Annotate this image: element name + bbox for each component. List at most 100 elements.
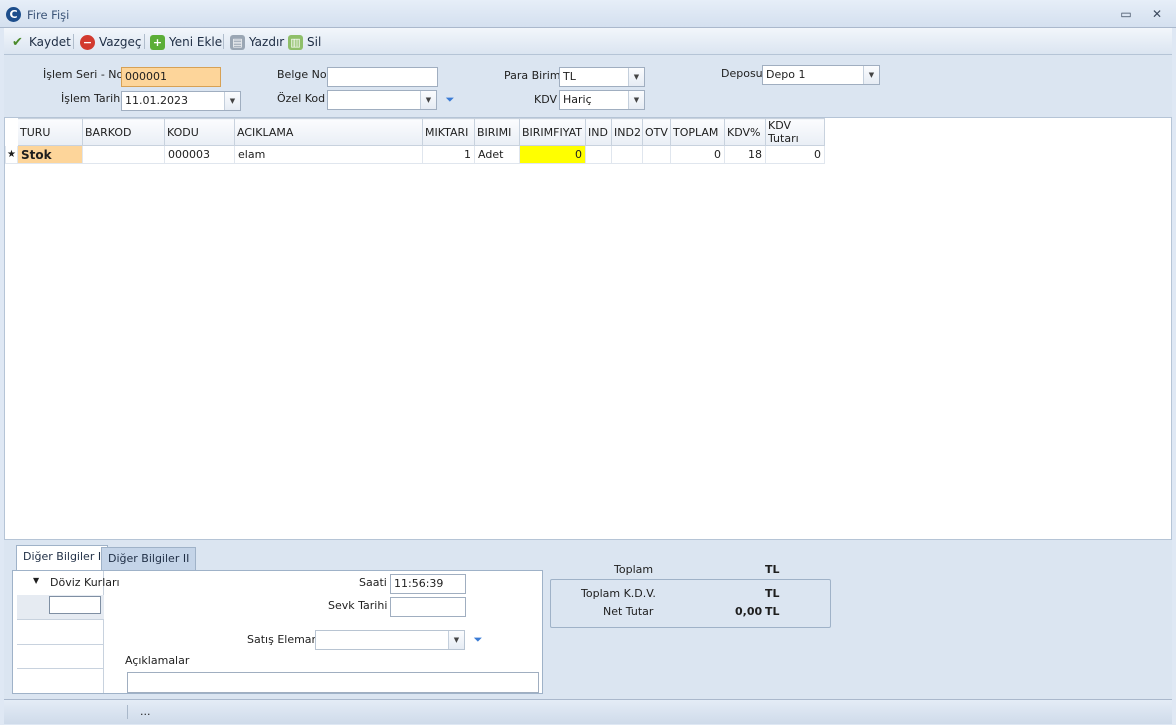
filter-icon[interactable]: ⏷ (471, 634, 485, 645)
toplam-label: Toplam (614, 563, 654, 576)
toolbar-divider (73, 34, 74, 49)
islem-tarihi-field[interactable]: 11.01.2023 ▼ (121, 91, 241, 111)
doviz-kurlari-panel: ▼ Döviz Kurları (13, 571, 120, 693)
row-indicator-header (5, 118, 18, 146)
add-new-button-label: Yeni Ekle (169, 35, 223, 49)
title-bar: C Fire Fişi ▭ ✕ (0, 0, 1176, 28)
islem-seri-no-label: İşlem Seri - No (43, 68, 124, 81)
toplam-cell[interactable]: 0 (670, 145, 725, 164)
document-header-panel: İşlem Seri - No 000001 İşlem Tarihi 11.0… (4, 55, 1172, 118)
column-header[interactable]: BIRIMFIYAT (519, 118, 586, 146)
toolbar-divider (144, 34, 145, 49)
column-header[interactable]: KDV Tutarı (765, 118, 825, 146)
ind-cell[interactable] (585, 145, 612, 164)
items-grid: TURU BARKOD KODU ACIKLAMA MIKTARI BIRIMI… (4, 118, 1172, 539)
deposu-select[interactable]: Depo 1 ▼ (762, 65, 880, 85)
column-header[interactable]: IND2 (611, 118, 643, 146)
column-header[interactable]: BIRIMI (474, 118, 520, 146)
column-header[interactable]: KDV% (724, 118, 766, 146)
print-button-label: Yazdır (249, 35, 285, 49)
toplam-kdv-label: Toplam K.D.V. (581, 587, 656, 600)
belge-no-field[interactable] (327, 67, 438, 87)
close-icon[interactable]: ✕ (1149, 7, 1165, 21)
cancel-button[interactable]: − Vazgeç (80, 32, 142, 52)
kdv-pct-cell[interactable]: 18 (724, 145, 766, 164)
window-title: Fire Fişi (27, 8, 70, 22)
kdv-tutari-cell[interactable]: 0 (765, 145, 825, 164)
net-tutar-label: Net Tutar (603, 605, 654, 618)
column-header[interactable]: IND (585, 118, 612, 146)
collapse-triangle-icon[interactable]: ▼ (33, 576, 39, 585)
kodu-cell[interactable]: 000003 (164, 145, 235, 164)
status-divider (127, 705, 128, 719)
toplam-currency: TL (765, 563, 780, 576)
tab-panel: ▼ Döviz Kurları Saati 11:56:39 Sevk Tari… (12, 570, 543, 694)
doviz-row-line (17, 644, 103, 645)
chevron-down-icon[interactable]: ▼ (863, 66, 879, 84)
filter-icon[interactable]: ⏷ (443, 94, 457, 105)
add-new-button[interactable]: + Yeni Ekle (150, 32, 222, 52)
deposu-value: Depo 1 (766, 68, 806, 81)
para-birimi-label: Para Birimi (504, 69, 564, 82)
column-header[interactable]: BARKOD (82, 118, 165, 146)
satis-elemani-label: Satış Elemanı (247, 633, 322, 646)
birimi-cell[interactable]: Adet (474, 145, 520, 164)
tab-diger-bilgiler-1[interactable]: Diğer Bilgiler I (16, 545, 109, 570)
barkod-cell[interactable] (82, 145, 165, 164)
net-tutar-value: 0,00 (735, 605, 763, 618)
para-birimi-value: TL (563, 70, 576, 83)
column-header[interactable]: TURU (17, 118, 83, 146)
ind2-cell[interactable] (611, 145, 643, 164)
column-header[interactable]: OTV (642, 118, 671, 146)
otv-cell[interactable] (642, 145, 671, 164)
satis-elemani-field[interactable]: ▼ (315, 630, 465, 650)
ozel-kod-field[interactable]: ▼ (327, 90, 437, 110)
toolbar-divider (223, 34, 224, 49)
footer-panel: Diğer Bilgiler I Diğer Bilgiler II ▼ Döv… (4, 539, 1172, 699)
sevk-tarihi-label: Sevk Tarihi (328, 599, 388, 612)
print-button[interactable]: ▤ Yazdır (230, 32, 284, 52)
doviz-rate-input[interactable] (49, 596, 101, 614)
checkmark-icon: ✔ (12, 34, 23, 50)
restore-icon[interactable]: ▭ (1118, 7, 1134, 21)
kdv-value: Hariç (563, 93, 592, 106)
printer-icon: ▤ (230, 34, 245, 50)
aciklamalar-label: Açıklamalar (125, 654, 190, 667)
turu-cell[interactable]: Stok (17, 145, 83, 164)
column-header[interactable]: TOPLAM (670, 118, 725, 146)
chevron-down-icon[interactable]: ▼ (448, 631, 464, 649)
belge-no-label: Belge No (277, 68, 327, 81)
plus-icon: + (150, 34, 165, 50)
miktari-cell[interactable]: 1 (422, 145, 475, 164)
grid-header-row: TURU BARKOD KODU ACIKLAMA MIKTARI BIRIMI… (5, 118, 825, 146)
net-tutar-currency: TL (765, 605, 780, 618)
save-button-label: Kaydet (29, 35, 71, 49)
delete-button[interactable]: ▥ Sil (288, 32, 321, 52)
chevron-down-icon[interactable]: ▼ (628, 68, 644, 86)
birimfiyat-cell[interactable]: 0 (519, 145, 586, 164)
chevron-down-icon[interactable]: ▼ (628, 91, 644, 109)
saati-field[interactable]: 11:56:39 (390, 574, 466, 594)
ozel-kod-label: Özel Kod (277, 92, 326, 105)
aciklama-cell[interactable]: elam (234, 145, 423, 164)
aciklamalar-field[interactable] (127, 672, 539, 693)
column-header[interactable]: ACIKLAMA (234, 118, 423, 146)
new-row-star-icon: ★ (5, 145, 18, 164)
chevron-down-icon[interactable]: ▼ (224, 92, 240, 110)
totals-box: Toplam K.D.V. TL Net Tutar 0,00 TL (550, 579, 831, 628)
kdv-label: KDV (534, 93, 558, 106)
column-header[interactable]: MIKTARI (422, 118, 475, 146)
save-button[interactable]: ✔ Kaydet (10, 32, 71, 52)
kdv-select[interactable]: Hariç ▼ (559, 90, 645, 110)
islem-tarihi-label: İşlem Tarihi (61, 92, 124, 105)
para-birimi-select[interactable]: TL ▼ (559, 67, 645, 87)
table-row[interactable]: ★ Stok 000003 elam 1 Adet 0 0 18 0 (5, 145, 825, 164)
app-logo-icon: C (6, 7, 21, 22)
toolbar: ✔ Kaydet − Vazgeç + Yeni Ekle ▤ Yazdır ▥… (4, 28, 1172, 55)
cancel-button-label: Vazgeç (99, 35, 142, 49)
column-header[interactable]: KODU (164, 118, 235, 146)
sevk-tarihi-field[interactable] (390, 597, 466, 617)
islem-seri-no-field[interactable]: 000001 (121, 67, 221, 87)
chevron-down-icon[interactable]: ▼ (420, 91, 436, 109)
tab-diger-bilgiler-2[interactable]: Diğer Bilgiler II (101, 547, 197, 570)
